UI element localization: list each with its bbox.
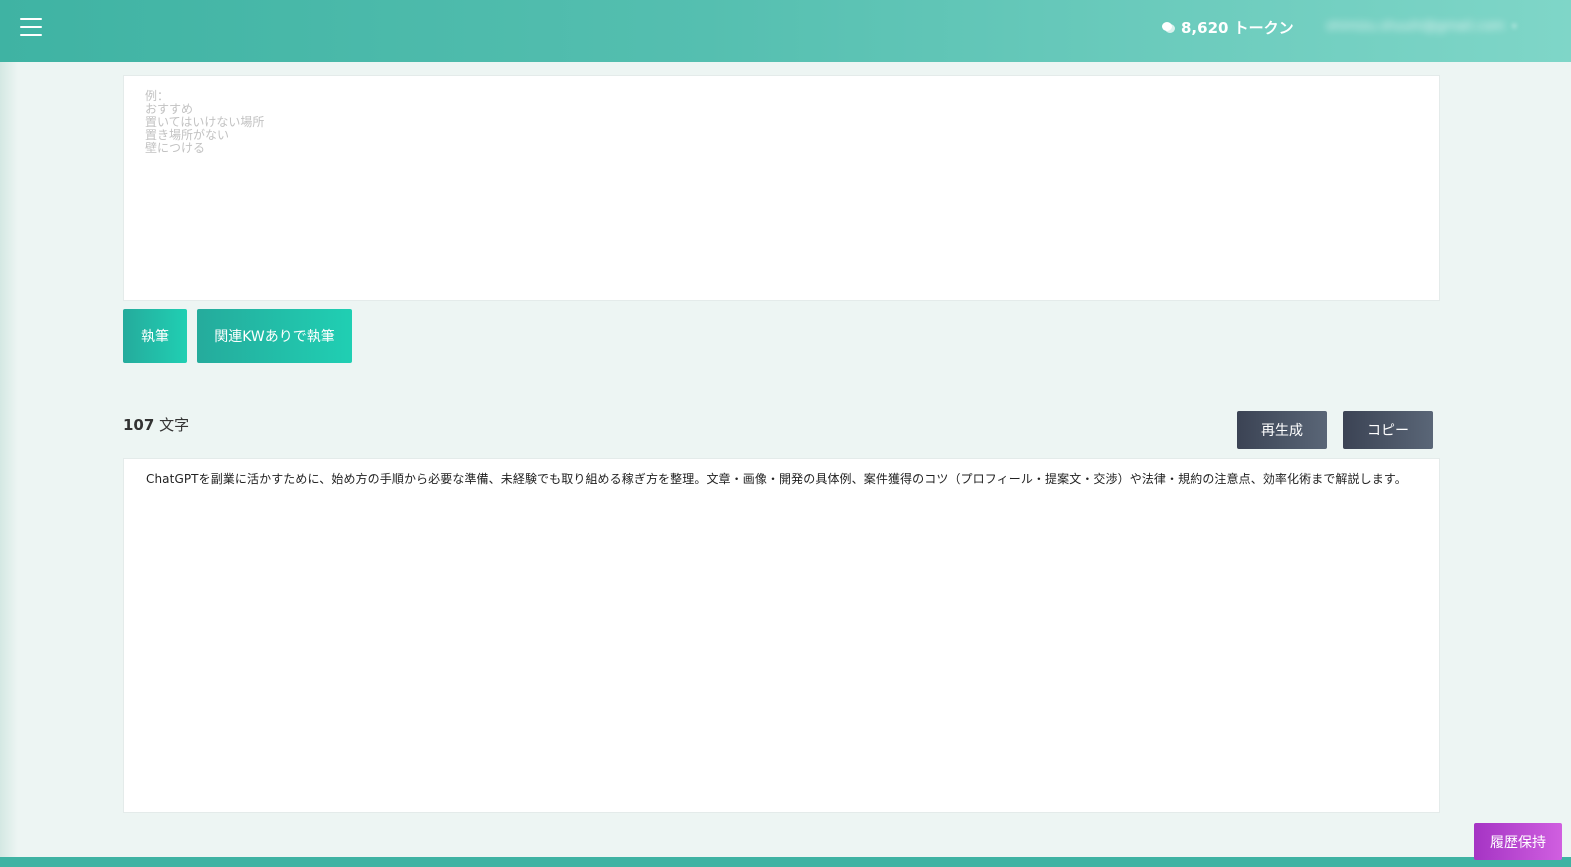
chevron-down-icon[interactable]: ▾ bbox=[1512, 22, 1517, 32]
keyword-textarea[interactable] bbox=[124, 76, 1439, 300]
write-button[interactable]: 執筆 bbox=[123, 309, 187, 363]
regenerate-button[interactable]: 再生成 bbox=[1237, 411, 1327, 449]
history-keep-button[interactable]: 履歴保持 bbox=[1474, 823, 1562, 860]
character-count-unit: 文字 bbox=[159, 416, 190, 434]
character-count-value: 107 bbox=[123, 416, 155, 434]
user-account-menu[interactable]: shimizu.shuuhi@gmail.com bbox=[1326, 17, 1511, 37]
chat-bubble-icon bbox=[1162, 20, 1176, 34]
bottom-bar bbox=[0, 857, 1571, 867]
token-balance: 8,620 トークン bbox=[1162, 17, 1294, 37]
character-count: 107 文字 bbox=[123, 414, 189, 435]
sidebar-edge-shadow bbox=[0, 62, 18, 857]
write-with-related-kw-button[interactable]: 関連KWありで執筆 bbox=[197, 309, 352, 363]
output-panel[interactable]: ChatGPTを副業に活かすために、始め方の手順から必要な準備、未経験でも取り組… bbox=[123, 458, 1440, 813]
keyword-input-panel bbox=[123, 75, 1440, 301]
copy-button[interactable]: コピー bbox=[1343, 411, 1433, 449]
hamburger-menu-icon[interactable] bbox=[20, 18, 42, 36]
generated-output-text[interactable]: ChatGPTを副業に活かすために、始め方の手順から必要な準備、未経験でも取り組… bbox=[146, 473, 1414, 486]
token-count: 8,620 トークン bbox=[1181, 18, 1294, 37]
top-header: 8,620 トークン shimizu.shuuhi@gmail.com ▾ bbox=[0, 0, 1571, 62]
